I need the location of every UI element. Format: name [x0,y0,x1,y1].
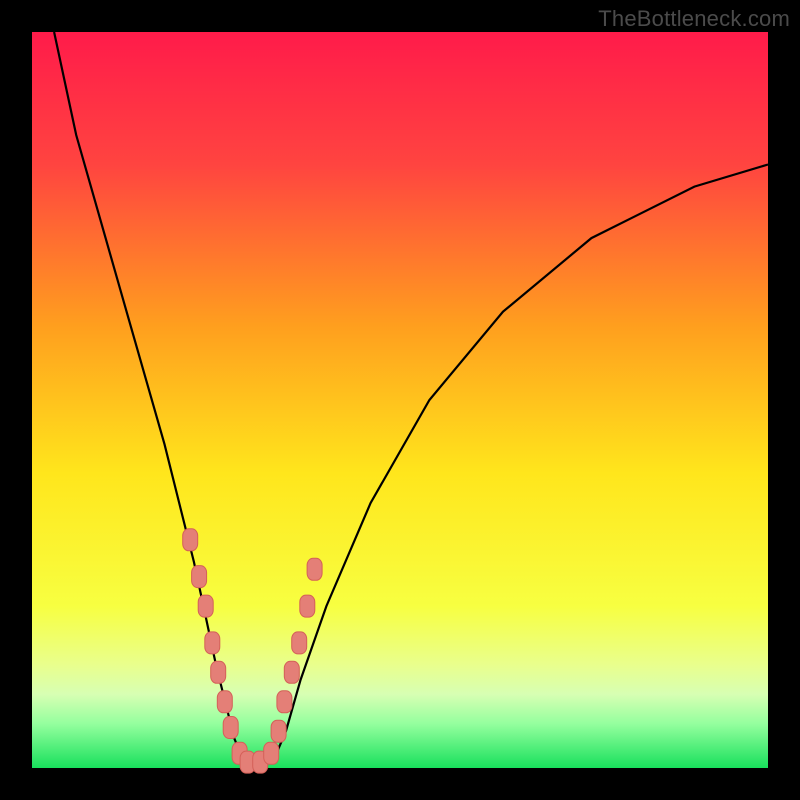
curve-marker [271,720,286,742]
bottleneck-curve [54,32,768,763]
curve-marker [300,595,315,617]
curve-marker [284,661,299,683]
curve-marker [192,566,207,588]
curve-marker [277,691,292,713]
curve-marker [292,632,307,654]
marker-group [183,529,322,773]
curve-marker [223,717,238,739]
curve-marker [217,691,232,713]
curve-marker [198,595,213,617]
curve-marker [307,558,322,580]
curve-marker [211,661,226,683]
chart-svg [32,32,768,768]
curve-marker [183,529,198,551]
curve-marker [205,632,220,654]
watermark-text: TheBottleneck.com [598,6,790,32]
plot-area [32,32,768,768]
curve-marker [264,742,279,764]
outer-frame: TheBottleneck.com [0,0,800,800]
